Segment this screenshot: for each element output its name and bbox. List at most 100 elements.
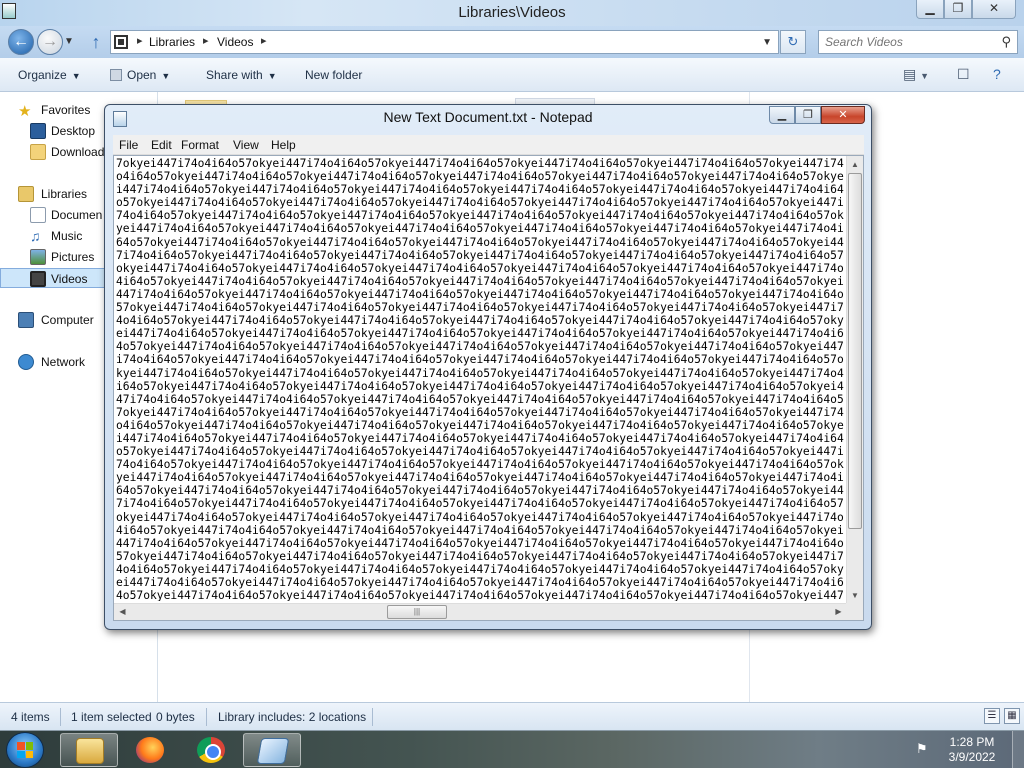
notepad-close-button[interactable]: ✕ xyxy=(821,106,865,124)
share-with-label: Share with xyxy=(206,68,263,82)
explorer-titlebar[interactable]: Libraries\Videos ▁ ❐ ✕ xyxy=(0,0,1024,26)
refresh-button[interactable]: ↻ xyxy=(780,30,806,54)
vertical-scroll-thumb[interactable] xyxy=(848,173,862,529)
nav-favorites-label: Favorites xyxy=(41,103,91,117)
open-button[interactable]: Open ▼ xyxy=(110,68,170,82)
status-divider xyxy=(372,708,373,726)
large-icons-view-icon[interactable]: ▦ xyxy=(1004,708,1020,724)
scroll-up-icon[interactable]: ▲ xyxy=(847,156,863,173)
firefox-icon xyxy=(136,737,164,763)
scroll-left-icon[interactable]: ◀ xyxy=(114,604,131,620)
status-divider xyxy=(206,708,207,726)
status-divider xyxy=(60,708,61,726)
menu-edit[interactable]: Edit xyxy=(151,138,172,152)
notepad-maximize-button[interactable]: ❐ xyxy=(795,106,821,124)
notepad-menubar: File Edit Format View Help xyxy=(113,135,864,155)
forward-button[interactable]: → xyxy=(37,29,63,55)
notepad-minimize-button[interactable]: ▁ xyxy=(769,106,795,124)
libraries-icon xyxy=(18,186,34,202)
horizontal-scroll-thumb[interactable]: ||| xyxy=(387,605,447,619)
chevron-right-icon[interactable]: ▸ xyxy=(203,34,209,47)
organize-button[interactable]: Organize ▼ xyxy=(18,68,81,82)
taskbar-firefox[interactable] xyxy=(121,733,179,767)
menu-file[interactable]: File xyxy=(119,138,138,152)
search-box[interactable]: ⚲ xyxy=(818,30,1018,54)
explorer-window-controls: ▁ ❐ ✕ xyxy=(916,0,1016,19)
network-icon xyxy=(18,354,34,370)
scroll-right-icon[interactable]: ▶ xyxy=(830,604,847,620)
computer-icon xyxy=(18,312,34,328)
music-icon: ♫ xyxy=(30,228,41,244)
taskbar: ⚑ 1:28 PM 3/9/2022 xyxy=(0,730,1024,768)
notepad-window-controls: ▁ ❐ ✕ xyxy=(769,106,865,124)
preview-pane-button[interactable]: ☐ xyxy=(957,66,970,83)
up-button[interactable]: ↑ xyxy=(86,32,106,52)
view-buttons: ☰ ▦ xyxy=(984,708,1020,724)
notepad-text-area[interactable]: 7okyei447i74o4i64o57okyei447i74o4i64o57o… xyxy=(113,155,864,621)
explorer-maximize-button[interactable]: ❐ xyxy=(944,0,972,19)
nav-network-label: Network xyxy=(41,355,86,369)
desktop-icon xyxy=(30,123,46,139)
recent-pages-dropdown[interactable]: ▼ xyxy=(64,36,74,47)
menu-help[interactable]: Help xyxy=(271,138,296,152)
address-dropdown-icon[interactable]: ▼ xyxy=(762,37,772,48)
downloads-folder-icon xyxy=(30,144,46,160)
breadcrumb-videos[interactable]: Videos xyxy=(217,35,253,49)
refresh-icon: ↻ xyxy=(787,34,799,49)
horizontal-scrollbar[interactable]: ◀ ||| ▶ xyxy=(114,603,847,620)
show-desktop-button[interactable] xyxy=(1012,731,1024,768)
chevron-down-icon: ▼ xyxy=(267,71,277,81)
explorer-minimize-button[interactable]: ▁ xyxy=(916,0,944,19)
menu-format[interactable]: Format xyxy=(181,138,219,152)
taskbar-explorer[interactable] xyxy=(60,733,118,767)
back-button[interactable]: ← xyxy=(8,29,34,55)
nav-desktop-label: Desktop xyxy=(51,124,96,138)
nav-videos-label: Videos xyxy=(51,272,88,286)
scroll-down-icon[interactable]: ▼ xyxy=(847,587,863,604)
explorer-title: Libraries\Videos xyxy=(458,4,566,21)
notepad-content[interactable]: 7okyei447i74o4i64o57okyei447i74o4i64o57o… xyxy=(116,157,847,601)
organize-label: Organize xyxy=(18,68,67,82)
taskbar-notepad[interactable] xyxy=(243,733,301,767)
system-clock[interactable]: 1:28 PM 3/9/2022 xyxy=(936,735,1008,765)
nav-libraries-label: Libraries xyxy=(41,187,88,201)
notepad-window[interactable]: New Text Document.txt - Notepad ▁ ❐ ✕ Fi… xyxy=(104,104,872,630)
scrollbar-corner xyxy=(846,603,863,620)
menu-view[interactable]: View xyxy=(233,138,259,152)
new-folder-button[interactable]: New folder xyxy=(305,68,362,82)
chevron-right-icon[interactable]: ▸ xyxy=(261,34,267,47)
clock-date: 3/9/2022 xyxy=(948,750,996,764)
clock-time: 1:28 PM xyxy=(949,735,995,749)
vertical-scrollbar[interactable]: ▲ ▼ xyxy=(846,156,863,604)
nav-downloads-label: Download xyxy=(51,145,105,159)
status-selected: 1 item selected xyxy=(71,710,152,724)
pictures-icon xyxy=(30,249,46,265)
address-bar[interactable]: ▸ Libraries ▸ Videos ▸ ▼ xyxy=(110,30,779,54)
chevron-right-icon[interactable]: ▸ xyxy=(137,34,143,47)
taskbar-chrome[interactable] xyxy=(182,733,240,767)
breadcrumb-libraries[interactable]: Libraries xyxy=(149,35,195,49)
up-arrow-icon: ↑ xyxy=(91,32,101,52)
back-arrow-icon: ← xyxy=(13,33,29,50)
open-icon xyxy=(110,69,122,81)
forward-arrow-icon: → xyxy=(42,33,58,50)
help-icon[interactable]: ? xyxy=(993,66,1001,82)
share-with-button[interactable]: Share with ▼ xyxy=(206,68,277,82)
command-bar: Organize ▼ Open ▼ Share with ▼ New folder ▤… xyxy=(0,58,1024,92)
nav-pictures-label: Pictures xyxy=(51,250,95,264)
videos-library-icon xyxy=(114,35,128,49)
status-item-count: 4 items xyxy=(11,710,50,724)
status-library: Library includes: 2 locations xyxy=(218,710,367,724)
chrome-icon xyxy=(197,737,225,763)
notepad-title: New Text Document.txt - Notepad xyxy=(383,109,593,125)
address-row: ← → ▼ ↑ ▸ Libraries ▸ Videos ▸ ▼ ↻ ⚲ xyxy=(0,26,1024,58)
documents-icon xyxy=(30,207,46,223)
search-input[interactable] xyxy=(825,34,995,50)
explorer-close-button[interactable]: ✕ xyxy=(972,0,1016,19)
nav-computer-label: Computer xyxy=(41,313,94,327)
change-view-button[interactable]: ▤ ▼ xyxy=(903,66,929,83)
start-button[interactable] xyxy=(6,732,44,768)
search-icon[interactable]: ⚲ xyxy=(1001,34,1011,50)
action-center-flag-icon[interactable]: ⚑ xyxy=(916,741,930,757)
details-view-icon[interactable]: ☰ xyxy=(984,708,1000,724)
